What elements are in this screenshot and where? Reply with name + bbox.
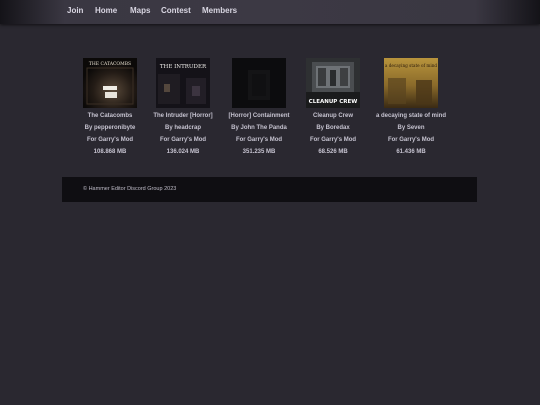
map-card-cleanup-crew[interactable]: CLEANUP CREW Cleanup Crew By Boredax For… <box>288 58 378 156</box>
map-thumbnail-containment[interactable] <box>232 58 286 108</box>
map-game: For Garry's Mod <box>387 137 435 143</box>
map-thumbnail-cleanup-crew[interactable]: CLEANUP CREW <box>306 58 360 108</box>
nav-home-link[interactable]: Home <box>95 6 117 15</box>
map-author: By Seven <box>397 125 425 131</box>
map-size: 68.526 MB <box>318 149 348 155</box>
decaying-thumb-text: a decaying state of mind <box>385 63 437 68</box>
map-grid: THE CATACOMBS The Catacombs By pepperoni… <box>83 58 463 158</box>
intruder-thumb-text: THE INTRUDER <box>160 64 207 70</box>
footer-copyright: © Hammer Editor Discord Group 2023 <box>83 186 177 192</box>
map-game: For Garry's Mod <box>309 137 357 143</box>
footer: © Hammer Editor Discord Group 2023 <box>62 177 477 202</box>
nav-members-link[interactable]: Members <box>202 6 237 15</box>
catacombs-thumb-text: THE CATACOMBS <box>89 61 131 67</box>
map-thumbnail-catacombs[interactable]: THE CATACOMBS <box>83 58 137 108</box>
nav-contest-link[interactable]: Contest <box>161 6 191 15</box>
map-thumbnail-decaying-state[interactable]: a decaying state of mind <box>384 58 438 108</box>
map-thumbnail-intruder[interactable]: THE INTRUDER <box>156 58 210 108</box>
top-navbar: Join Home Maps Contest Members <box>0 0 540 24</box>
cleanup-thumb-text: CLEANUP CREW <box>309 99 358 105</box>
map-card-decaying-state[interactable]: a decaying state of mind a decaying stat… <box>366 58 456 156</box>
map-size: 61.436 MB <box>396 149 426 155</box>
map-title[interactable]: a decaying state of mind <box>366 113 456 120</box>
nav-maps-link[interactable]: Maps <box>130 6 150 15</box>
map-title[interactable]: Cleanup Crew <box>288 113 378 120</box>
map-author: By Boredax <box>316 125 350 131</box>
nav-join-link[interactable]: Join <box>67 6 83 15</box>
